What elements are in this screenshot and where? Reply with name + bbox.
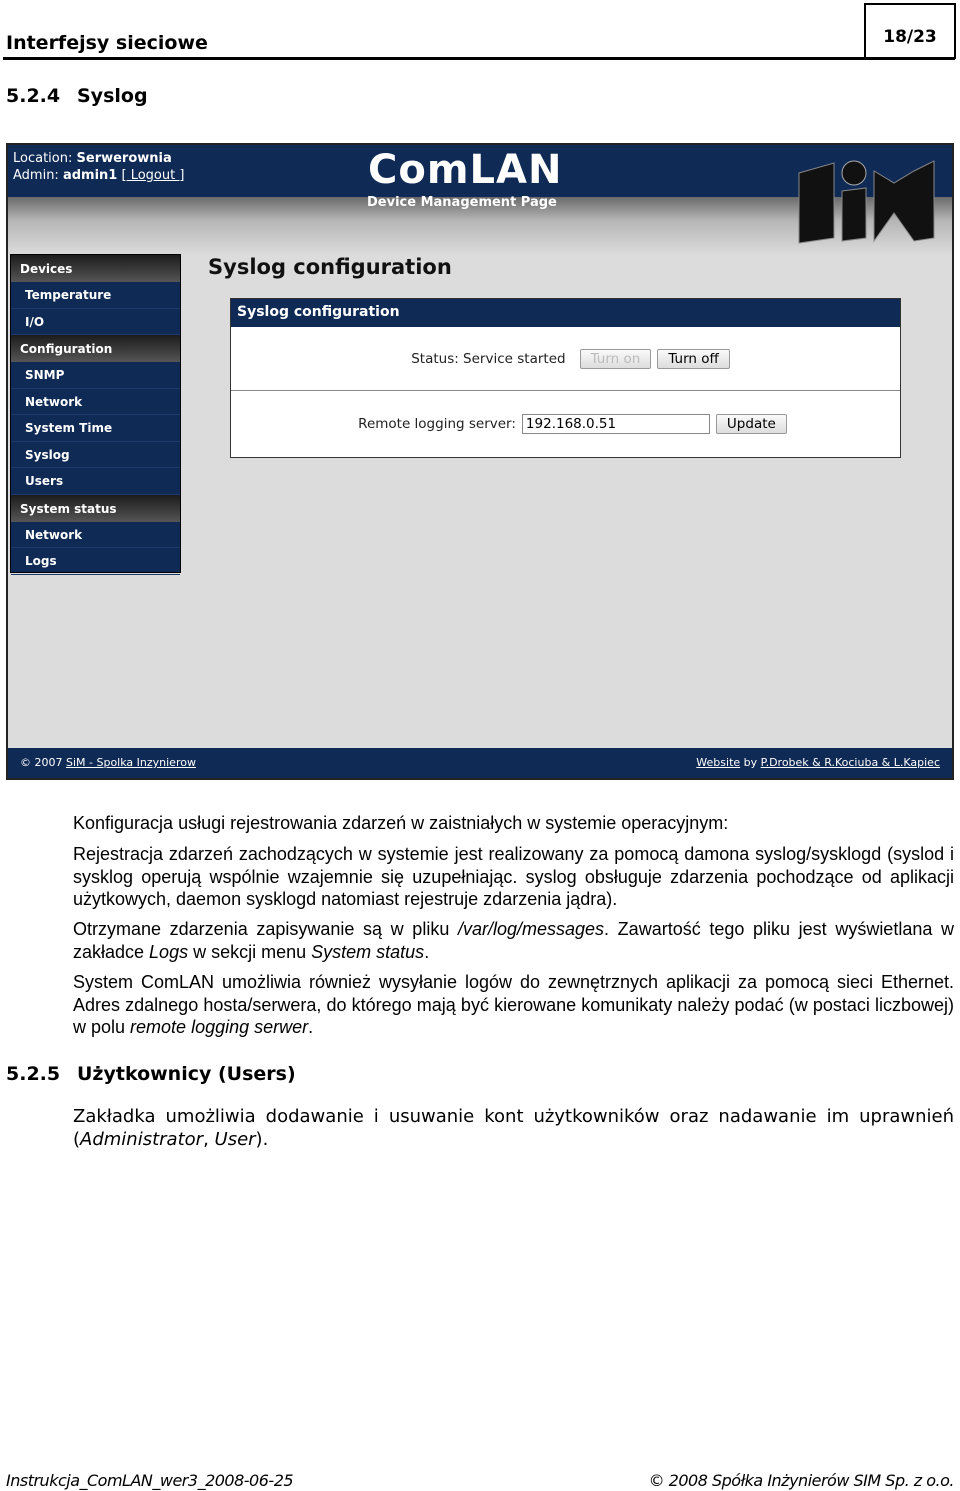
paragraph: Zakładka umożliwia dodawanie i usuwanie … <box>73 1106 954 1150</box>
sim-logo <box>798 160 935 244</box>
remote-server-label: Remote logging server: <box>358 416 516 432</box>
paragraph: System ComLAN umożliwia również wysyłani… <box>73 972 954 1037</box>
website-link[interactable]: Website <box>696 756 740 769</box>
sidebar-item[interactable]: Users <box>11 468 180 495</box>
sidebar-group-header: Configuration <box>11 335 180 362</box>
admin-value: admin1 <box>62 168 118 183</box>
turn-on-button[interactable]: Turn on <box>579 348 652 369</box>
sidebar-item[interactable]: Syslog <box>11 442 180 468</box>
admin-label: Admin: <box>13 168 59 183</box>
header-rule <box>3 57 955 60</box>
section-title: Użytkownicy (Users) <box>77 1063 296 1085</box>
sidebar-item[interactable]: Network <box>11 522 180 548</box>
paragraph: Konfiguracja usługi rejestrowania zdarze… <box>73 813 729 833</box>
comlan-screenshot: Location: Serwerownia Admin: admin1 [ Lo… <box>6 143 954 780</box>
sidebar-item[interactable]: Network <box>11 389 180 415</box>
sim-link[interactable]: SiM - Spolka Inzynierow <box>66 756 196 769</box>
section-number: 5.2.4 <box>6 85 61 107</box>
footer-doc-name: Instrukcja_ComLAN_wer3_2008-06-25 <box>6 1471 294 1490</box>
paragraph: Otrzymane zdarzenia zapisywanie są w pli… <box>73 919 954 962</box>
sidebar-nav: Devices Temperature I/O Configuration SNMP Ne… <box>10 254 181 575</box>
running-header: Interfejsy sieciowe <box>6 32 208 54</box>
by-text: by <box>743 756 758 769</box>
logout-link[interactable]: [ Logout ] <box>121 168 184 183</box>
section-heading-users: 5.2.5 Użytkownicy (Users) <box>6 1063 296 1085</box>
page-number: 18/23 <box>864 3 956 59</box>
location-value: Serwerownia <box>76 151 172 166</box>
app-footer: © 2007 SiM - Spolka Inzynierow Website b… <box>8 748 952 778</box>
syslog-panel: Syslog configuration Status: Service sta… <box>230 298 901 458</box>
turn-off-button[interactable]: Turn off <box>657 348 730 369</box>
location-label: Location: <box>13 151 73 166</box>
section-heading-syslog: 5.2.4 Syslog <box>6 85 148 107</box>
remote-server-input[interactable] <box>521 414 710 434</box>
service-status: Status: Service started <box>411 350 566 367</box>
sidebar-item[interactable]: SNMP <box>11 362 180 389</box>
sidebar-item[interactable]: System Time <box>11 415 180 442</box>
sidebar-group-header: System status <box>11 494 180 522</box>
footer-copyright: © 2008 Spółka Inżynierów SIM Sp. z o.o. <box>648 1471 955 1490</box>
section-title: Syslog <box>77 85 148 107</box>
copyright: © 2007 <box>20 756 63 769</box>
page-title: Syslog configuration <box>208 255 452 279</box>
brand-title: ComLAN <box>368 147 563 193</box>
paragraph: Rejestracja zdarzeń zachodzących w syste… <box>73 844 954 909</box>
authors-link[interactable]: P.Drobek & R.Kociuba & L.Kapiec <box>761 756 940 769</box>
panel-title: Syslog configuration <box>231 299 900 327</box>
sidebar-item[interactable]: I/O <box>11 309 180 335</box>
sidebar-group-header: Devices <box>11 255 180 282</box>
section-number: 5.2.5 <box>6 1063 61 1085</box>
sidebar-item[interactable]: Logs <box>11 548 180 575</box>
brand-subtitle: Device Management Page <box>367 195 557 210</box>
sidebar-item[interactable]: Temperature <box>11 282 180 309</box>
update-button[interactable]: Update <box>715 414 787 434</box>
session-info: Location: Serwerownia Admin: admin1 [ Lo… <box>13 150 184 184</box>
